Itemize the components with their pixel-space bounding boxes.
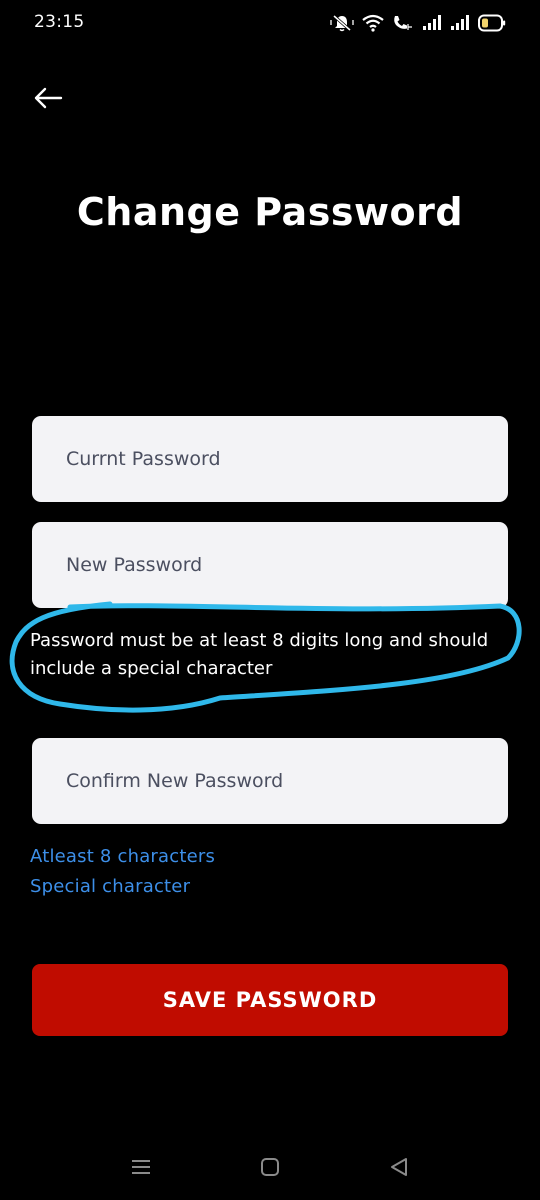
back-button[interactable]: [28, 80, 68, 120]
rule-min-length: Atleast 8 characters: [30, 846, 216, 867]
battery-icon: [478, 14, 506, 32]
password-hint: Password must be at least 8 digits long …: [30, 630, 489, 679]
system-nav-bar: [0, 1140, 540, 1200]
nav-menu-button[interactable]: [121, 1154, 161, 1184]
nav-back-button[interactable]: [379, 1154, 419, 1184]
arrow-left-icon: [33, 86, 63, 114]
save-password-button[interactable]: SAVE PASSWORD: [32, 964, 508, 1036]
page-title: Change Password: [76, 190, 464, 234]
status-time: 23:15: [34, 12, 85, 32]
nav-home-button[interactable]: [250, 1154, 290, 1184]
wifi-icon: [362, 14, 384, 32]
status-icons: [330, 13, 506, 33]
status-bar: 23:15: [0, 0, 540, 48]
current-password-input[interactable]: [32, 416, 508, 502]
home-icon: [259, 1156, 281, 1182]
confirm-password-input[interactable]: [32, 738, 508, 824]
rule-special-character: Special character: [30, 876, 191, 897]
new-password-input[interactable]: [32, 522, 508, 608]
mute-icon: [330, 13, 354, 33]
menu-icon: [130, 1156, 152, 1182]
back-triangle-icon: [388, 1156, 410, 1182]
signal-icon: [450, 15, 470, 31]
volte-call-icon: [392, 14, 414, 32]
signal-icon: [422, 15, 442, 31]
